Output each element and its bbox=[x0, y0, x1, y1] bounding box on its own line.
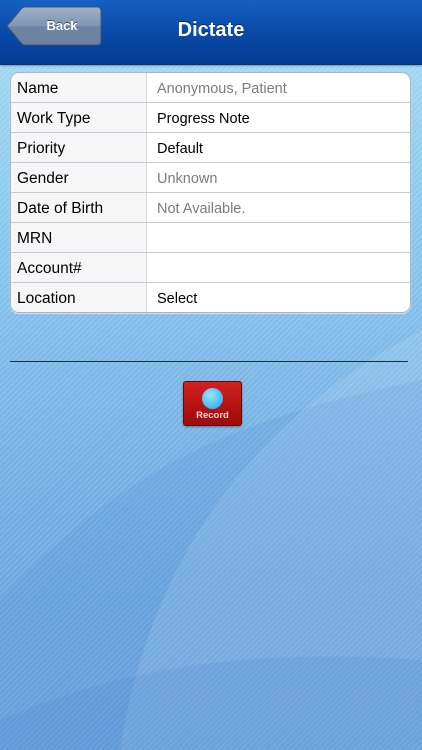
form-row-date-of-birth[interactable]: Date of Birth Not Available. bbox=[11, 193, 410, 223]
record-button-label: Record bbox=[196, 410, 229, 421]
form-value-work-type: Progress Note bbox=[157, 111, 250, 127]
form-row-gender[interactable]: Gender Unknown bbox=[11, 163, 410, 193]
form-row-account[interactable]: Account# bbox=[11, 253, 410, 283]
form-label-account: Account# bbox=[11, 253, 147, 282]
form-value-location: Select bbox=[157, 291, 198, 307]
form-value-gender: Unknown bbox=[157, 171, 218, 187]
form-row-mrn[interactable]: MRN bbox=[11, 223, 410, 253]
record-button[interactable]: Record bbox=[183, 381, 242, 426]
page-title: Dictate bbox=[177, 19, 245, 41]
form-label-name: Name bbox=[11, 73, 147, 102]
form-value-name: Anonymous, Patient bbox=[157, 81, 287, 97]
form-row-name[interactable]: Name Anonymous, Patient bbox=[11, 73, 410, 103]
form-value-date-of-birth: Not Available. bbox=[157, 201, 246, 217]
form-row-priority[interactable]: Priority Default bbox=[11, 133, 410, 163]
form-label-gender: Gender bbox=[11, 163, 147, 192]
form-label-mrn: MRN bbox=[11, 223, 147, 252]
navigation-bar: Back Dictate bbox=[0, 0, 422, 65]
form-value-mrn bbox=[147, 223, 410, 252]
record-dot-icon bbox=[202, 388, 223, 409]
form-value-priority: Default bbox=[157, 141, 203, 157]
form-value-account bbox=[147, 253, 410, 282]
form-label-location: Location bbox=[11, 283, 147, 312]
patient-info-table: Name Anonymous, Patient Work Type Progre… bbox=[10, 72, 411, 313]
form-row-location[interactable]: Location Select bbox=[11, 283, 410, 312]
form-label-work-type: Work Type bbox=[11, 103, 147, 132]
form-row-work-type[interactable]: Work Type Progress Note bbox=[11, 103, 410, 133]
form-label-date-of-birth: Date of Birth bbox=[11, 193, 147, 222]
divider-line bbox=[10, 361, 408, 362]
form-label-priority: Priority bbox=[11, 133, 147, 162]
